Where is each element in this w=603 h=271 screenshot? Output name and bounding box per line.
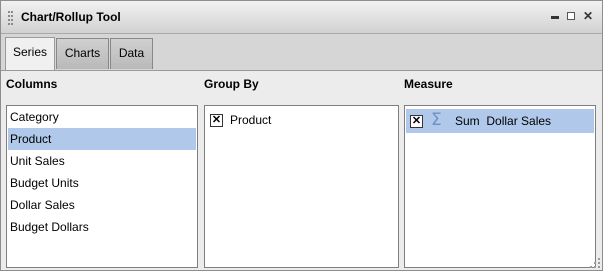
columns-list[interactable]: Category Product Unit Sales Budget Units… xyxy=(6,105,198,268)
measure-function: Sum xyxy=(455,114,480,128)
list-item-budget-dollars[interactable]: Budget Dollars xyxy=(8,216,196,238)
maximize-button[interactable] xyxy=(565,10,577,22)
tab-data[interactable]: Data xyxy=(110,38,153,69)
group-by-list[interactable]: ✕ Product xyxy=(204,105,399,268)
list-item-category[interactable]: Category xyxy=(8,106,196,128)
chart-rollup-window: Chart/Rollup Tool ✕ Series Charts Data C… xyxy=(0,0,603,271)
minimize-button[interactable] xyxy=(549,10,561,22)
tab-series[interactable]: Series xyxy=(5,37,55,70)
group-by-item-product[interactable]: ✕ Product xyxy=(206,109,397,131)
list-item-unit-sales[interactable]: Unit Sales xyxy=(8,150,196,172)
measure-checkbox[interactable]: ✕ xyxy=(410,115,423,128)
group-by-checkbox[interactable]: ✕ xyxy=(210,114,223,127)
measure-item-label: Dollar Sales xyxy=(486,114,552,128)
tab-charts[interactable]: Charts xyxy=(56,38,109,69)
measure-header: Measure xyxy=(404,77,453,91)
list-item-product[interactable]: Product xyxy=(8,128,196,150)
columns-header: Columns xyxy=(6,77,58,91)
measure-item-sum-dollar-sales[interactable]: ✕ Σ Sum Dollar Sales xyxy=(406,109,594,133)
tab-bar: Series Charts Data xyxy=(1,34,602,71)
drag-grip-icon[interactable] xyxy=(8,11,14,25)
resize-grip-icon[interactable] xyxy=(590,258,600,268)
list-item-dollar-sales[interactable]: Dollar Sales xyxy=(8,194,196,216)
window-title: Chart/Rollup Tool xyxy=(21,10,121,24)
measure-list[interactable]: ✕ Σ Sum Dollar Sales xyxy=(404,105,596,268)
sigma-icon: Σ xyxy=(431,110,442,130)
title-bar[interactable]: Chart/Rollup Tool ✕ xyxy=(1,1,602,34)
group-by-item-label: Product xyxy=(230,113,272,127)
list-item-budget-units[interactable]: Budget Units xyxy=(8,172,196,194)
close-button[interactable]: ✕ xyxy=(582,10,594,22)
group-by-header: Group By xyxy=(204,77,259,91)
